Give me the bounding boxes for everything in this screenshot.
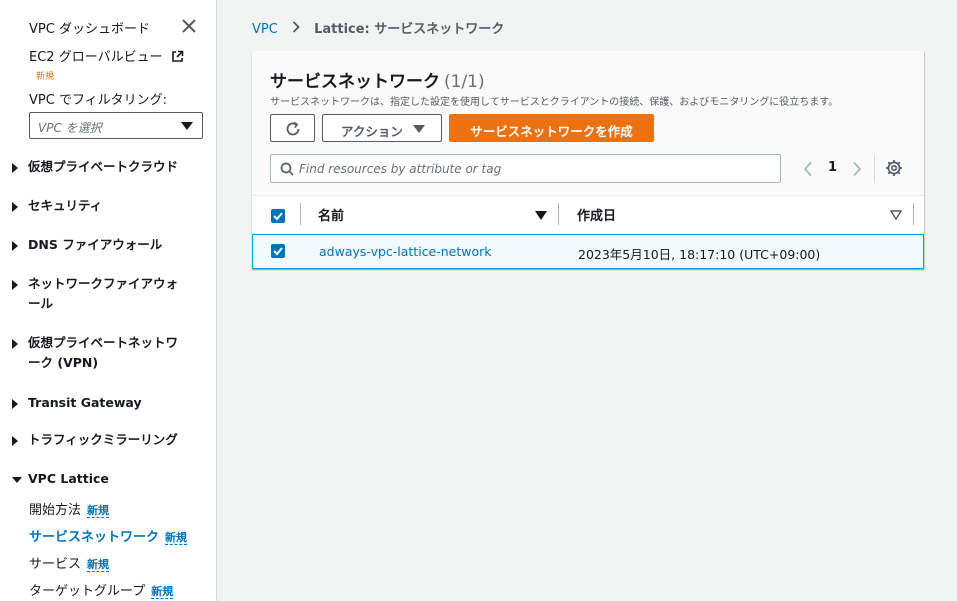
sidebar-section-network-firewall[interactable]: ネットワークファイアウォール	[12, 274, 190, 314]
sidebar-section-vpn[interactable]: 仮想プライベートネットワーク (VPN)	[12, 333, 190, 373]
sidebar-item-vpc-dashboard[interactable]: VPC ダッシュボード	[29, 18, 150, 37]
select-all-checkbox[interactable]	[271, 209, 285, 223]
vpc-filter-placeholder: VPC を選択	[38, 121, 102, 135]
sidebar-section-vpc[interactable]: 仮想プライベートクラウド	[12, 157, 192, 177]
sidebar-section-security[interactable]: セキュリティ	[12, 196, 192, 216]
caret-right-icon	[12, 399, 18, 409]
sidebar-section-label: ネットワークファイアウォール	[28, 276, 179, 311]
page-title: サービスネットワーク (1/1)	[270, 67, 485, 92]
sort-descending-icon[interactable]	[535, 211, 547, 220]
panel-description: サービスネットワークは、指定した設定を使用してサービスとクライアントの接続、保護…	[270, 97, 839, 108]
caret-down-icon	[413, 125, 425, 133]
sidebar-section-label: セキュリティ	[28, 198, 103, 213]
sidebar-item-getting-started[interactable]: 開始方法 新規	[29, 499, 110, 518]
column-header-name[interactable]: 名前	[318, 205, 344, 224]
sidebar-section-label: 仮想プライベートクラウド	[28, 159, 179, 174]
new-badge: 新規	[87, 558, 110, 572]
actions-label: アクション	[341, 124, 403, 139]
sidebar-item-services[interactable]: サービス 新規	[29, 553, 110, 572]
caret-right-icon	[12, 339, 18, 349]
create-service-network-button[interactable]: サービスネットワークを作成	[449, 114, 654, 142]
table-row[interactable]: adways-vpc-lattice-network 2023年5月10日, 1…	[252, 234, 924, 269]
chevron-right-icon[interactable]	[851, 161, 863, 177]
breadcrumb: VPC Lattice: サービスネットワーク	[252, 18, 504, 37]
caret-right-icon	[12, 241, 18, 251]
column-divider	[913, 203, 914, 225]
sidebar-item-label: 開始方法	[29, 503, 82, 518]
chevron-right-icon	[292, 21, 300, 33]
sidebar-item-service-networks[interactable]: サービスネットワーク 新規	[29, 526, 188, 545]
panel-header: サービスネットワーク (1/1) サービスネットワークは、指定した設定を使用してサ…	[252, 51, 924, 225]
search-icon	[280, 162, 294, 176]
vpc-filter-select[interactable]: VPC を選択	[29, 112, 203, 139]
create-label: サービスネットワークを作成	[470, 124, 633, 139]
sidebar-section-transit-gateway[interactable]: Transit Gateway	[12, 393, 192, 413]
sidebar-item-label: ターゲットグループ	[29, 584, 146, 599]
sidebar-section-vpc-lattice[interactable]: VPC Lattice	[12, 469, 192, 489]
item-count: (1/1)	[444, 72, 485, 92]
service-networks-panel: サービスネットワーク (1/1) サービスネットワークは、指定した設定を使用してサ…	[252, 51, 924, 269]
check-icon	[273, 247, 283, 256]
check-icon	[273, 212, 283, 221]
title-text: サービスネットワーク	[270, 72, 440, 92]
refresh-icon	[286, 121, 300, 136]
refresh-button[interactable]	[270, 114, 315, 142]
caret-right-icon	[12, 436, 18, 446]
sidebar-section-traffic-mirroring[interactable]: トラフィックミラーリング	[12, 430, 192, 450]
sidebar-item-ec2-global-view[interactable]: EC2 グローバルビュー	[29, 46, 184, 65]
sidebar: VPC ダッシュボード EC2 グローバルビュー 新規 VPC でフィルタリング…	[0, 0, 217, 601]
sidebar-item-label: EC2 グローバルビュー	[29, 50, 163, 65]
new-badge: 新規	[87, 504, 110, 518]
divider	[874, 155, 875, 183]
external-link-icon	[171, 50, 184, 62]
sidebar-section-label: トラフィックミラーリング	[28, 432, 178, 447]
close-icon[interactable]	[180, 17, 198, 35]
caret-right-icon	[12, 280, 18, 290]
new-badge: 新規	[151, 585, 174, 599]
sidebar-section-label: Transit Gateway	[28, 395, 142, 410]
sidebar-item-label: サービスネットワーク	[29, 530, 160, 545]
created-date: 2023年5月10日, 18:17:10 (UTC+09:00)	[578, 247, 821, 262]
breadcrumb-current: Lattice: サービスネットワーク	[314, 22, 505, 37]
column-divider	[300, 203, 301, 225]
breadcrumb-vpc-link[interactable]: VPC	[252, 22, 278, 37]
new-badge: 新規	[36, 72, 55, 82]
actions-dropdown-button[interactable]: アクション	[322, 114, 442, 142]
caret-right-icon	[12, 163, 18, 173]
caret-down-icon	[12, 477, 22, 483]
service-network-name-link[interactable]: adways-vpc-lattice-network	[319, 244, 492, 259]
chevron-left-icon[interactable]	[802, 161, 814, 177]
sidebar-item-target-groups[interactable]: ターゲットグループ 新規	[29, 580, 174, 599]
filter-label: VPC でフィルタリング:	[29, 93, 168, 108]
column-header-created[interactable]: 作成日	[577, 205, 616, 224]
gear-icon[interactable]	[885, 159, 903, 177]
caret-right-icon	[12, 202, 18, 212]
sidebar-section-label: VPC Lattice	[28, 471, 109, 486]
search-input[interactable]	[299, 159, 769, 179]
new-badge: 新規	[165, 531, 188, 545]
row-checkbox[interactable]	[271, 244, 285, 258]
column-divider	[558, 203, 559, 225]
sidebar-section-label: DNS ファイアウォール	[28, 237, 163, 252]
caret-down-icon	[181, 122, 193, 130]
sidebar-item-label: サービス	[29, 557, 82, 572]
sidebar-section-dns-firewall[interactable]: DNS ファイアウォール	[12, 235, 192, 255]
sort-icon[interactable]	[890, 210, 902, 220]
search-box	[270, 154, 781, 183]
page-number[interactable]: 1	[828, 160, 837, 175]
sidebar-section-label: 仮想プライベートネットワーク (VPN)	[28, 335, 179, 370]
